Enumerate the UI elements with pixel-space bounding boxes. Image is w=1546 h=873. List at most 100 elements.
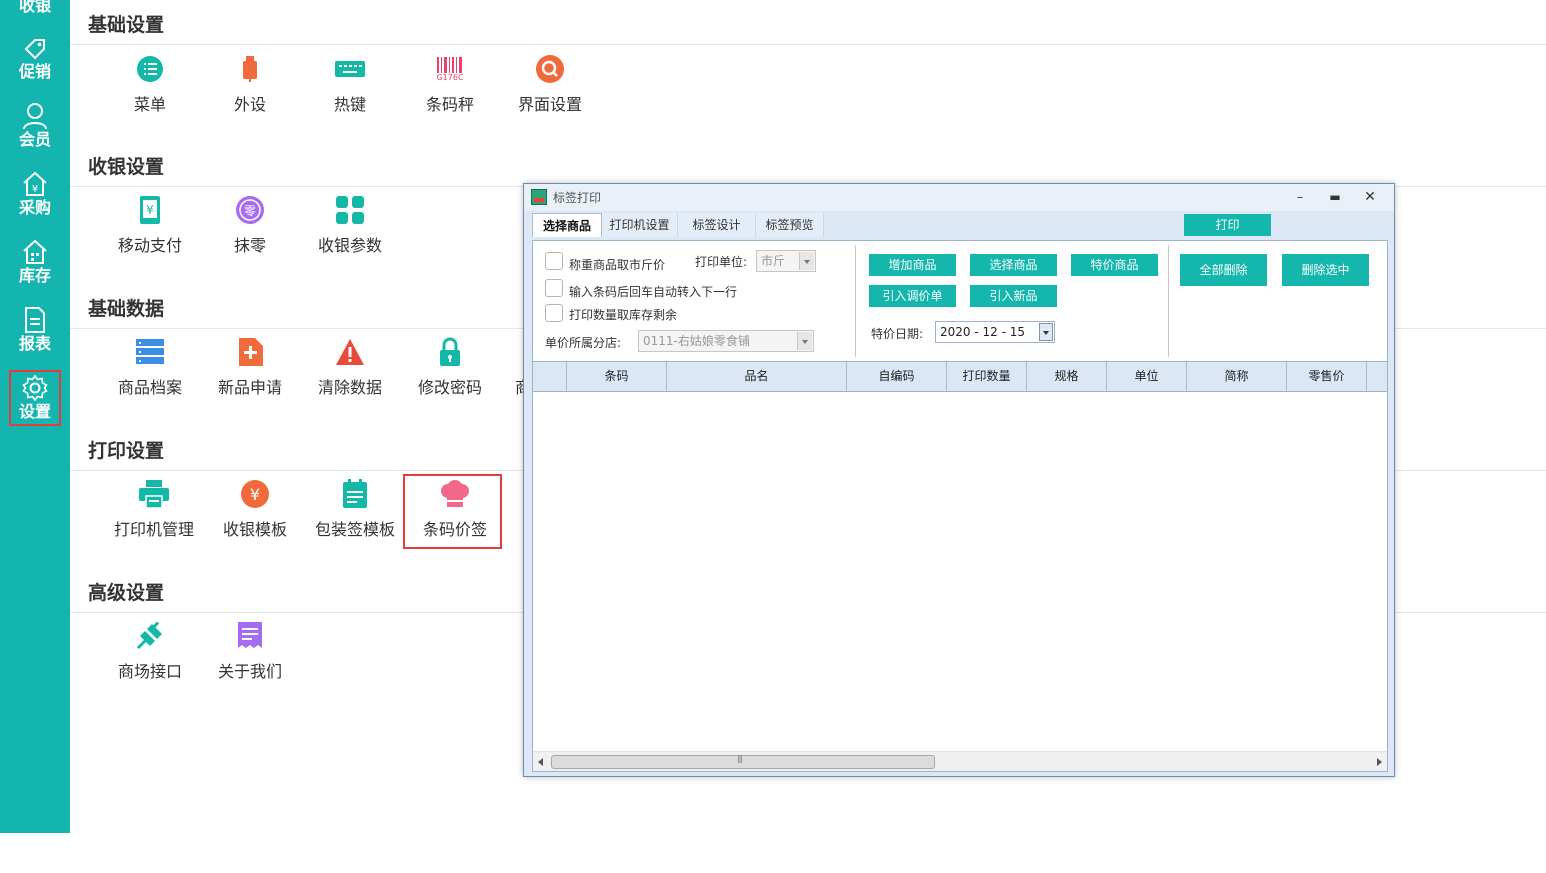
menu-list-icon	[137, 56, 163, 82]
tile-product-archive[interactable]: 商品档案	[100, 337, 200, 398]
dialog-titlebar[interactable]: 标签打印 – ▬ ✕	[524, 184, 1394, 211]
select-product-button[interactable]: 选择商品	[970, 254, 1057, 276]
qty-from-stock-checkbox[interactable]	[545, 304, 563, 322]
column-header-barcode[interactable]: 条码	[567, 362, 667, 391]
yuan-coin-icon: ¥	[241, 480, 269, 508]
barcode-caption: G176C	[436, 72, 464, 82]
column-header-name[interactable]: 品名	[667, 362, 847, 391]
nav-item-purchase[interactable]: ¥ 采购	[0, 170, 70, 234]
plug-icon	[136, 621, 162, 650]
app-window-icon	[531, 189, 547, 205]
weigh-price-label: 称重商品取市斤价	[569, 258, 666, 272]
tile-mall-interface[interactable]: 商场接口	[100, 621, 200, 682]
print-button[interactable]: 打印	[1184, 214, 1271, 236]
nav-item-cashier[interactable]: 收银	[0, 0, 70, 22]
chevron-down-icon	[799, 252, 814, 270]
delete-all-button[interactable]: 全部删除	[1180, 254, 1267, 286]
tile-printer-manage[interactable]: 打印机管理	[104, 479, 204, 540]
round-off-icon: 零	[236, 196, 264, 224]
tile-label: 新品申请	[217, 378, 282, 397]
maximize-icon[interactable]: ▬	[1325, 188, 1345, 206]
product-archive-icon	[136, 339, 164, 364]
svg-text:¥: ¥	[146, 203, 154, 217]
store-select[interactable]: 0111-右姑娘零食铺	[638, 330, 814, 352]
tile-label: 包装签模板	[314, 520, 395, 539]
tile-partial-hidden[interactable]: 商	[500, 337, 523, 398]
section-title-advanced: 高级设置	[88, 582, 165, 604]
enter-next-label: 输入条码后回车自动转入下一行	[569, 285, 738, 299]
tab-select-product[interactable]: 选择商品	[532, 213, 602, 237]
delete-selected-button[interactable]: 删除选中	[1282, 254, 1369, 286]
column-header-print-qty[interactable]: 打印数量	[947, 362, 1027, 391]
special-date-picker[interactable]: 2020 - 12 - 15	[935, 321, 1055, 343]
tile-clear-data[interactable]: 清除数据	[300, 337, 400, 398]
tile-about-us[interactable]: 关于我们	[200, 621, 300, 682]
column-header-self-code[interactable]: 自编码	[847, 362, 947, 391]
section-divider	[70, 44, 1546, 45]
package-label-icon	[343, 479, 367, 508]
chevron-down-icon	[797, 332, 812, 350]
scrollbar-thumb[interactable]	[551, 754, 935, 769]
close-icon[interactable]: ✕	[1360, 188, 1380, 206]
svg-text:零: 零	[244, 204, 256, 218]
add-product-button[interactable]: 增加商品	[869, 254, 956, 276]
scroll-right-icon[interactable]	[1377, 758, 1382, 766]
enter-next-checkbox[interactable]	[545, 279, 563, 297]
special-product-button[interactable]: 特价商品	[1071, 254, 1158, 276]
interface-search-icon	[536, 55, 564, 83]
horizontal-scrollbar[interactable]	[533, 751, 1387, 771]
import-adjust-button[interactable]: 引入调价单	[869, 285, 956, 307]
printer-icon	[139, 480, 169, 508]
tile-new-product[interactable]: 新品申请	[200, 337, 300, 398]
tile-round-off[interactable]: 零 抹零	[200, 195, 300, 256]
scroll-left-icon[interactable]	[538, 758, 543, 766]
nav-label-member: 会员	[18, 130, 51, 149]
column-header-spec[interactable]: 规格	[1027, 362, 1107, 391]
product-grid-header: 条码 品名 自编码 打印数量 规格 单位 简称 零售价	[533, 361, 1387, 392]
nav-item-report[interactable]: 报表	[0, 306, 70, 370]
column-header-unit[interactable]: 单位	[1107, 362, 1187, 391]
weigh-price-checkbox[interactable]	[545, 252, 563, 270]
print-unit-select[interactable]: 市斤	[756, 250, 816, 272]
new-product-icon	[239, 338, 263, 366]
nav-item-inventory[interactable]: 库存	[0, 238, 70, 302]
tile-mobile-pay[interactable]: ¥ 移动支付	[100, 195, 200, 256]
tile-interface-settings[interactable]: 界面设置	[500, 54, 600, 115]
store-value: 0111-右姑娘零食铺	[643, 334, 750, 348]
tab-label-preview[interactable]: 标签预览	[756, 213, 824, 237]
special-date-value: 2020 - 12 - 15	[940, 325, 1025, 339]
tile-cashier-params[interactable]: 收银参数	[300, 195, 400, 256]
nav-item-settings[interactable]: 设置	[9, 370, 61, 426]
tile-cashier-template[interactable]: ¥ 收银模板	[205, 479, 305, 540]
column-header-retail-price[interactable]: 零售价	[1287, 362, 1367, 391]
nav-item-member[interactable]: 会员	[0, 102, 70, 166]
tab-label-design[interactable]: 标签设计	[678, 213, 756, 237]
tile-barcode-scale[interactable]: G176C 条码秤	[400, 54, 500, 115]
barcode-scale-icon	[437, 56, 462, 73]
tile-label: 热键	[333, 95, 366, 114]
tile-menu[interactable]: 菜单	[100, 54, 200, 115]
select-product-panel: 称重商品取市斤价 打印单位: 市斤 输入条码后回车自动转入下一行 打印数量取库存…	[532, 240, 1388, 772]
gear-icon	[22, 374, 48, 402]
nav-label-settings: 设置	[18, 402, 51, 421]
tile-hotkey[interactable]: 热键	[300, 54, 400, 115]
tile-package-label-template[interactable]: 包装签模板	[305, 479, 405, 540]
column-header-short-name[interactable]: 简称	[1187, 362, 1287, 391]
tag-icon	[24, 39, 45, 60]
divider	[1168, 245, 1169, 357]
tile-peripheral[interactable]: 外设	[200, 54, 300, 115]
warning-icon	[336, 339, 364, 365]
qty-from-stock-label: 打印数量取库存剩余	[569, 308, 678, 322]
tile-change-password[interactable]: 修改密码	[400, 337, 500, 398]
divider	[855, 245, 856, 357]
import-new-button[interactable]: 引入新品	[970, 285, 1057, 307]
tile-label: 抹零	[233, 236, 266, 255]
section-title-data: 基础数据	[88, 298, 165, 320]
tab-printer-settings[interactable]: 打印机设置	[602, 213, 678, 237]
minimize-icon[interactable]: –	[1290, 188, 1310, 206]
options-form: 称重商品取市斤价 打印单位: 市斤 输入条码后回车自动转入下一行 打印数量取库存…	[533, 241, 1387, 361]
section-title-cashier: 收银设置	[88, 156, 165, 178]
nav-item-promotion[interactable]: 促销	[0, 36, 70, 100]
selection-highlight	[403, 474, 502, 549]
svg-text:¥: ¥	[32, 184, 38, 195]
